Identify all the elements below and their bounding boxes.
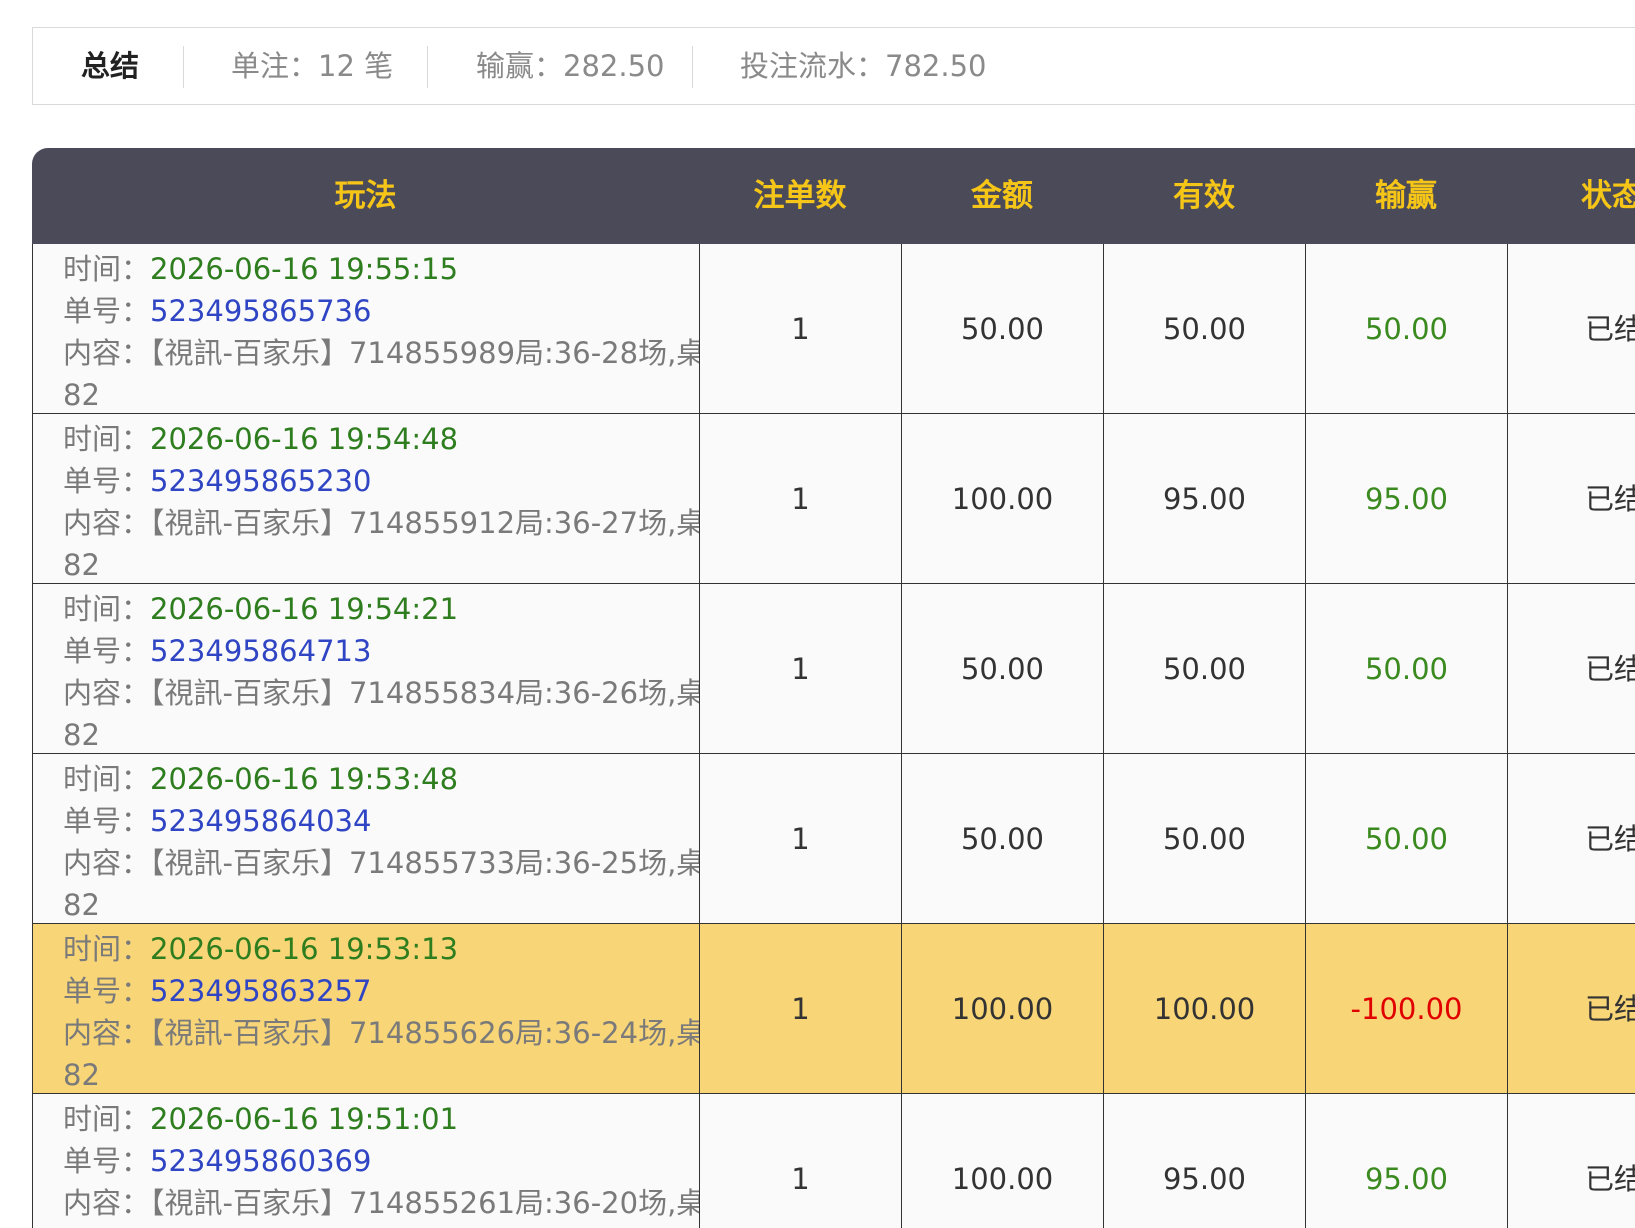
summary-divider <box>692 46 693 88</box>
order-number-link[interactable]: 523495864034 <box>150 804 371 838</box>
summary-bet-count: 单注：12 笔 <box>231 49 394 83</box>
time-label: 时间： <box>63 1102 151 1136</box>
cell-bet-count: 1 <box>699 414 901 584</box>
bet-content-table-no: 82 <box>63 548 100 582</box>
bet-time: 2026-06-16 19:55:15 <box>150 252 459 286</box>
cell-winloss: -100.00 <box>1305 924 1507 1094</box>
cell-winloss: 50.00 <box>1305 244 1507 414</box>
cell-amount: 100.00 <box>901 414 1103 584</box>
cell-game-detail: 时间：2026-06-16 19:54:48 单号：523495865230 内容：… <box>32 414 699 584</box>
content-label: 内容： <box>63 846 151 880</box>
bet-content: 【視訊-百家乐】714855834局:36-26场,桌 <box>150 676 699 710</box>
cell-status: 已结 <box>1507 754 1635 924</box>
summary-divider <box>183 46 184 88</box>
cell-status: 已结 <box>1507 584 1635 754</box>
cell-bet-count: 1 <box>699 584 901 754</box>
time-label: 时间： <box>63 252 151 286</box>
order-label: 单号： <box>63 804 151 838</box>
summary-title: 总结 <box>81 49 140 83</box>
bet-content: 【視訊-百家乐】714855626局:36-24场,桌 <box>150 1016 699 1050</box>
cell-status: 已结 <box>1507 924 1635 1094</box>
cell-game-detail: 时间：2026-06-16 19:53:48 单号：523495864034 内容：… <box>32 754 699 924</box>
header-amount: 金额 <box>971 178 1033 214</box>
header-winloss: 输赢 <box>1375 178 1437 214</box>
cell-bet-count: 1 <box>699 244 901 414</box>
cell-valid: 50.00 <box>1103 584 1305 754</box>
summary-divider <box>427 46 428 88</box>
header-bet-count: 注单数 <box>753 178 847 214</box>
time-label: 时间： <box>63 592 151 626</box>
content-label: 内容： <box>63 506 151 540</box>
bet-content-table-no: 82 <box>63 888 100 922</box>
table-row[interactable]: 时间：2026-06-16 19:53:13 单号：523495863257 内容：… <box>32 924 1635 1094</box>
bet-time: 2026-06-16 19:54:21 <box>150 592 459 626</box>
table-row[interactable]: 时间：2026-06-16 19:55:15 单号：523495865736 内容：… <box>32 244 1635 414</box>
cell-bet-count: 1 <box>699 754 901 924</box>
order-label: 单号： <box>63 1144 151 1178</box>
order-number-link[interactable]: 523495864713 <box>150 634 371 668</box>
table-row[interactable]: 时间：2026-06-16 19:54:21 单号：523495864713 内容：… <box>32 584 1635 754</box>
bet-time: 2026-06-16 19:53:13 <box>150 932 459 966</box>
table-row[interactable]: 时间：2026-06-16 19:53:48 单号：523495864034 内容：… <box>32 754 1635 924</box>
bet-records-table: 玩法 注单数 金额 有效 输赢 状态 时间：2026-06-16 19:55:1… <box>32 148 1635 1228</box>
header-valid: 有效 <box>1173 178 1235 214</box>
bet-time: 2026-06-16 19:54:48 <box>150 422 459 456</box>
bet-content-table-no: 82 <box>63 1058 100 1092</box>
order-label: 单号： <box>63 464 151 498</box>
bet-content: 【視訊-百家乐】714855733局:36-25场,桌 <box>150 846 699 880</box>
header-game-type: 玩法 <box>334 178 397 214</box>
order-label: 单号： <box>63 634 151 668</box>
cell-status: 已结 <box>1507 414 1635 584</box>
order-label: 单号： <box>63 294 151 328</box>
cell-amount: 50.00 <box>901 244 1103 414</box>
summary-bar: 总结 单注：12 笔 输赢：282.50 投注流水：782.50 <box>32 27 1635 105</box>
cell-valid: 95.00 <box>1103 1094 1305 1228</box>
header-status: 状态 <box>1581 178 1635 214</box>
cell-bet-count: 1 <box>699 924 901 1094</box>
cell-status: 已结 <box>1507 244 1635 414</box>
cell-winloss: 95.00 <box>1305 1094 1507 1228</box>
bet-time: 2026-06-16 19:51:01 <box>150 1102 459 1136</box>
bet-content: 【視訊-百家乐】714855989局:36-28场,桌 <box>150 336 699 370</box>
cell-valid: 100.00 <box>1103 924 1305 1094</box>
cell-game-detail: 时间：2026-06-16 19:51:01 单号：523495860369 内容：… <box>32 1094 699 1228</box>
cell-winloss: 50.00 <box>1305 754 1507 924</box>
cell-amount: 50.00 <box>901 754 1103 924</box>
cell-winloss: 95.00 <box>1305 414 1507 584</box>
order-number-link[interactable]: 523495860369 <box>150 1144 371 1178</box>
cell-valid: 50.00 <box>1103 754 1305 924</box>
summary-winloss: 输赢：282.50 <box>476 49 665 83</box>
cell-amount: 50.00 <box>901 584 1103 754</box>
cell-game-detail: 时间：2026-06-16 19:53:13 单号：523495863257 内容：… <box>32 924 699 1094</box>
order-number-link[interactable]: 523495865230 <box>150 464 371 498</box>
time-label: 时间： <box>63 422 151 456</box>
cell-valid: 50.00 <box>1103 244 1305 414</box>
table-row[interactable]: 时间：2026-06-16 19:54:48 单号：523495865230 内容：… <box>32 414 1635 584</box>
bet-content: 【視訊-百家乐】714855912局:36-27场,桌 <box>150 506 699 540</box>
cell-bet-count: 1 <box>699 1094 901 1228</box>
content-label: 内容： <box>63 336 151 370</box>
order-label: 单号： <box>63 974 151 1008</box>
order-number-link[interactable]: 523495865736 <box>150 294 371 328</box>
cell-game-detail: 时间：2026-06-16 19:54:21 单号：523495864713 内容：… <box>32 584 699 754</box>
table-header: 玩法 注单数 金额 有效 输赢 状态 <box>32 148 1635 244</box>
bet-content-table-no: 82 <box>63 378 100 412</box>
table-row[interactable]: 时间：2026-06-16 19:51:01 单号：523495860369 内容：… <box>32 1094 1635 1228</box>
cell-game-detail: 时间：2026-06-16 19:55:15 单号：523495865736 内容：… <box>32 244 699 414</box>
bet-time: 2026-06-16 19:53:48 <box>150 762 459 796</box>
content-label: 内容： <box>63 676 151 710</box>
content-label: 内容： <box>63 1016 151 1050</box>
cell-amount: 100.00 <box>901 1094 1103 1228</box>
cell-status: 已结 <box>1507 1094 1635 1228</box>
bet-content-table-no: 82 <box>63 718 100 752</box>
order-number-link[interactable]: 523495863257 <box>150 974 371 1008</box>
cell-amount: 100.00 <box>901 924 1103 1094</box>
cell-winloss: 50.00 <box>1305 584 1507 754</box>
time-label: 时间： <box>63 762 151 796</box>
summary-turnover: 投注流水：782.50 <box>740 49 987 83</box>
time-label: 时间： <box>63 932 151 966</box>
cell-valid: 95.00 <box>1103 414 1305 584</box>
